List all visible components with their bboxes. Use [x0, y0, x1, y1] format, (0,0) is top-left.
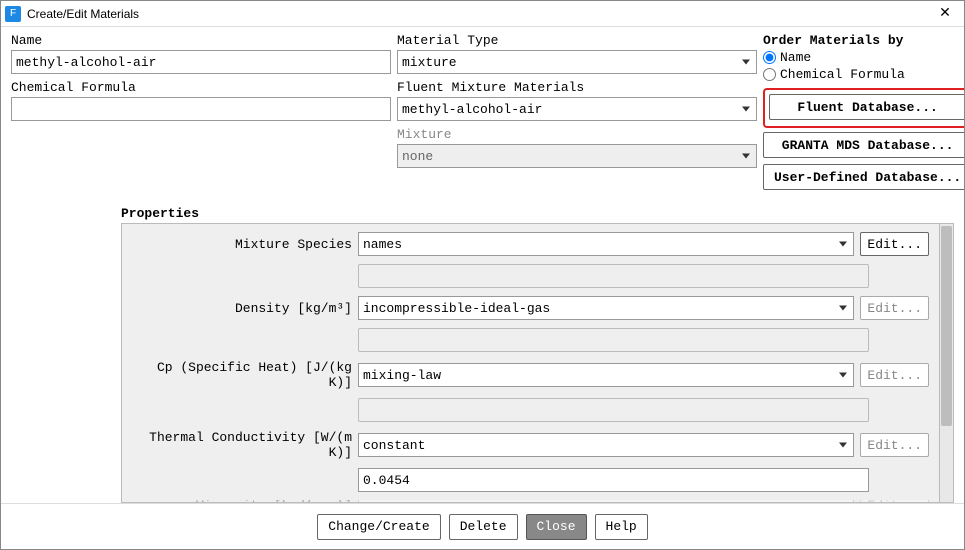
k-value: constant	[363, 438, 425, 453]
k-edit-button: Edit...	[860, 433, 929, 457]
delete-button[interactable]: Delete	[449, 514, 518, 540]
mixture-label: Mixture	[397, 127, 757, 142]
k-numeric-input[interactable]	[358, 468, 869, 492]
chevron-down-icon	[742, 107, 750, 112]
material-type-value: mixture	[402, 55, 457, 70]
properties-panel: Mixture Species names Edit...	[121, 223, 954, 503]
mixture-species-extra	[358, 264, 869, 288]
mixture-species-combo[interactable]: names	[358, 232, 854, 256]
granta-database-button[interactable]: GRANTA MDS Database...	[763, 132, 964, 158]
material-type-label: Material Type	[397, 33, 757, 48]
user-defined-database-button[interactable]: User-Defined Database...	[763, 164, 964, 190]
properties-scrollbar[interactable]	[939, 224, 953, 502]
chevron-down-icon	[839, 443, 847, 448]
app-icon: F	[5, 6, 21, 22]
fluent-mixture-label: Fluent Mixture Materials	[397, 80, 757, 95]
mixture-species-edit-button[interactable]: Edit...	[860, 232, 929, 256]
chevron-down-icon	[742, 154, 750, 159]
dialog-footer: Change/Create Delete Close Help	[1, 503, 964, 549]
density-value: incompressible-ideal-gas	[363, 301, 550, 316]
mixture-combo: none	[397, 144, 757, 168]
cp-edit-button: Edit...	[860, 363, 929, 387]
density-combo[interactable]: incompressible-ideal-gas	[358, 296, 854, 320]
mid-column: Material Type mixture Fluent Mixture Mat…	[397, 33, 757, 196]
window-title: Create/Edit Materials	[27, 7, 930, 21]
order-by-name-label: Name	[780, 50, 811, 65]
viscosity-label: Viscosity [kg/(m s)]	[132, 500, 352, 503]
order-by-name-radio[interactable]	[763, 51, 776, 64]
chevron-down-icon	[839, 242, 847, 247]
cp-combo[interactable]: mixing-law	[358, 363, 854, 387]
cp-label: Cp (Specific Heat) [J/(kg K)]	[132, 360, 352, 390]
formula-input[interactable]	[11, 97, 391, 121]
density-label: Density [kg/m³]	[132, 301, 352, 316]
cp-value: mixing-law	[363, 368, 441, 383]
name-input[interactable]	[11, 50, 391, 74]
left-column: Name Chemical Formula	[11, 33, 391, 196]
mixture-value: none	[402, 149, 433, 164]
density-edit-button: Edit...	[860, 296, 929, 320]
create-edit-materials-dialog: F Create/Edit Materials ✕ Name Chemical …	[0, 0, 965, 550]
density-extra	[358, 328, 869, 352]
fluent-mixture-value: methyl-alcohol-air	[402, 102, 542, 117]
scroll-thumb[interactable]	[941, 226, 952, 426]
fluent-mixture-combo[interactable]: methyl-alcohol-air	[397, 97, 757, 121]
mixture-species-label: Mixture Species	[132, 237, 352, 252]
chevron-down-icon	[839, 373, 847, 378]
chevron-down-icon	[742, 60, 750, 65]
fluent-database-highlight: Fluent Database...	[763, 88, 964, 128]
viscosity-edit-button: Edit...	[860, 500, 929, 503]
material-type-combo[interactable]: mixture	[397, 50, 757, 74]
k-combo[interactable]: constant	[358, 433, 854, 457]
viscosity-combo[interactable]	[358, 500, 854, 503]
properties-label: Properties	[11, 206, 954, 221]
close-button[interactable]: Close	[526, 514, 587, 540]
name-label: Name	[11, 33, 391, 48]
order-by-formula-radio[interactable]	[763, 68, 776, 81]
order-materials-label: Order Materials by	[763, 33, 964, 48]
fluent-database-button[interactable]: Fluent Database...	[769, 94, 964, 120]
close-icon[interactable]: ✕	[930, 4, 960, 24]
right-column: Order Materials by Name Chemical Formula…	[763, 33, 964, 196]
k-label: Thermal Conductivity [W/(m K)]	[132, 430, 352, 460]
order-by-formula-label: Chemical Formula	[780, 67, 905, 82]
formula-label: Chemical Formula	[11, 80, 391, 95]
cp-extra	[358, 398, 869, 422]
chevron-down-icon	[839, 306, 847, 311]
help-button[interactable]: Help	[595, 514, 648, 540]
change-create-button[interactable]: Change/Create	[317, 514, 440, 540]
mixture-species-value: names	[363, 237, 402, 252]
titlebar: F Create/Edit Materials ✕	[1, 1, 964, 27]
